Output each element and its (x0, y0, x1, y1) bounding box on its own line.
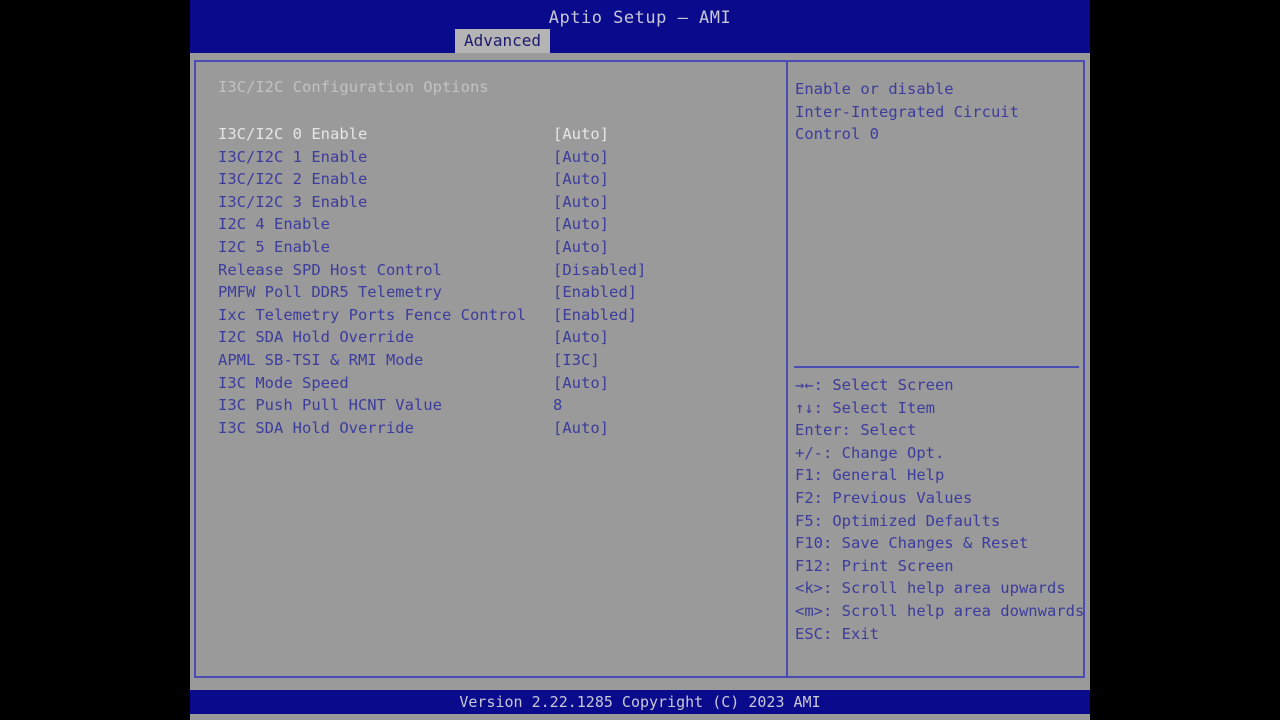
help-line: Inter-Integrated Circuit (795, 102, 1019, 121)
setting-label: Release SPD Host Control (218, 260, 442, 279)
setting-row[interactable]: I2C 4 Enable [Auto] (194, 213, 786, 236)
setting-label: I3C/I2C 2 Enable (218, 170, 368, 189)
bios-screen: Aptio Setup – AMI Advanced I3C/I2C Confi… (0, 0, 1280, 720)
tab-advanced[interactable]: Advanced (455, 29, 551, 53)
key-legend-item: ↑↓: Select Item (795, 398, 935, 417)
help-panel: Enable or disable Inter-Integrated Circui… (788, 60, 1085, 678)
bios-canvas: Aptio Setup – AMI Advanced I3C/I2C Confi… (190, 0, 1090, 720)
key-legend-item: <m>: Scroll help area downwards (795, 601, 1085, 620)
key-legend-item: Enter: Select (795, 421, 917, 440)
key-legend-item: ESC: Exit (795, 624, 879, 643)
setting-label: Ixc Telemetry Ports Fence Control (218, 305, 526, 324)
setting-row[interactable]: I3C SDA Hold Override [Auto] (194, 417, 786, 440)
key-legend-item: <k>: Scroll help area upwards (795, 579, 1066, 598)
setting-value[interactable]: [Auto] (553, 372, 609, 395)
setting-value[interactable]: [Auto] (553, 168, 609, 191)
setting-value[interactable]: [Auto] (553, 236, 609, 259)
setting-label: I3C/I2C 0 Enable (218, 125, 368, 143)
footer-bar: Version 2.22.1285 Copyright (C) 2023 AMI (190, 690, 1090, 714)
setting-value[interactable]: [Auto] (553, 146, 609, 169)
setting-value[interactable]: [Enabled] (553, 281, 637, 304)
setting-row[interactable]: I3C/I2C 1 Enable [Auto] (194, 146, 786, 169)
setting-row[interactable]: I3C Push Pull HCNT Value 8 (194, 394, 786, 417)
setting-value[interactable]: [Disabled] (553, 259, 646, 282)
setting-label: PMFW Poll DDR5 Telemetry (218, 283, 442, 302)
setting-row[interactable]: Ixc Telemetry Ports Fence Control [Enable… (194, 304, 786, 327)
setting-value[interactable]: [Auto] (553, 123, 609, 146)
key-legend-item: F10: Save Changes & Reset (795, 534, 1029, 553)
setting-label: I2C 4 Enable (218, 215, 330, 234)
setting-row[interactable]: I3C/I2C 0 Enable [Auto] (194, 123, 786, 146)
setting-label: I3C Mode Speed (218, 373, 349, 392)
tab-strip: Advanced (190, 29, 1090, 53)
key-legend-item: F1: General Help (795, 466, 945, 485)
help-divider (794, 366, 1079, 368)
help-line: Enable or disable (795, 80, 954, 98)
setting-label: I2C 5 Enable (218, 237, 330, 256)
key-legend-item: F12: Print Screen (795, 556, 954, 575)
setting-value[interactable]: [Auto] (553, 191, 609, 214)
help-line: Control 0 (795, 125, 879, 144)
setting-label: I3C/I2C 3 Enable (218, 192, 368, 211)
setting-label: I2C SDA Hold Override (218, 328, 414, 347)
header-underline (190, 53, 1090, 60)
setting-value[interactable]: [Enabled] (553, 304, 637, 327)
version-string: Version 2.22.1285 Copyright (C) 2023 AMI (459, 693, 821, 711)
setting-row[interactable]: APML SB-TSI & RMI Mode [I3C] (194, 349, 786, 372)
setting-label: APML SB-TSI & RMI Mode (218, 350, 424, 369)
setting-label: I3C/I2C 1 Enable (218, 147, 368, 166)
page-title: Aptio Setup – AMI (548, 8, 732, 28)
setting-value[interactable]: 8 (553, 394, 562, 417)
setting-value[interactable]: [Auto] (553, 417, 609, 440)
settings-panel: I3C/I2C Configuration Options I3C/I2C 0 … (194, 60, 786, 678)
help-description: Enable or disable Inter-Integrated Circui… (795, 78, 1080, 146)
setting-label: I3C Push Pull HCNT Value (218, 396, 442, 415)
setting-value[interactable]: [Auto] (553, 326, 609, 349)
setting-row[interactable]: I3C/I2C 3 Enable [Auto] (194, 191, 786, 214)
key-legend-item: F5: Optimized Defaults (795, 511, 1001, 530)
section-title: I3C/I2C Configuration Options (218, 78, 489, 96)
key-legend-item: →←: Select Screen (795, 376, 954, 394)
setting-row[interactable]: I3C/I2C 2 Enable [Auto] (194, 168, 786, 191)
setting-row[interactable]: PMFW Poll DDR5 Telemetry [Enabled] (194, 281, 786, 304)
key-legend-item: F2: Previous Values (795, 488, 973, 507)
key-legend-item: +/-: Change Opt. (795, 443, 945, 462)
setting-row[interactable]: I2C SDA Hold Override [Auto] (194, 326, 786, 349)
settings-list: I3C/I2C 0 Enable [Auto] I3C/I2C 1 Enable [A… (194, 123, 786, 439)
setting-label: I3C SDA Hold Override (218, 418, 414, 437)
setting-row[interactable]: I2C 5 Enable [Auto] (194, 236, 786, 259)
setting-row[interactable]: Release SPD Host Control [Disabled] (194, 259, 786, 282)
setting-row[interactable]: I3C Mode Speed [Auto] (194, 372, 786, 395)
key-legend: →←: Select Screen ↑↓: Select Item Enter: S… (795, 374, 1085, 645)
setting-value[interactable]: [I3C] (553, 349, 600, 372)
setting-value[interactable]: [Auto] (553, 213, 609, 236)
